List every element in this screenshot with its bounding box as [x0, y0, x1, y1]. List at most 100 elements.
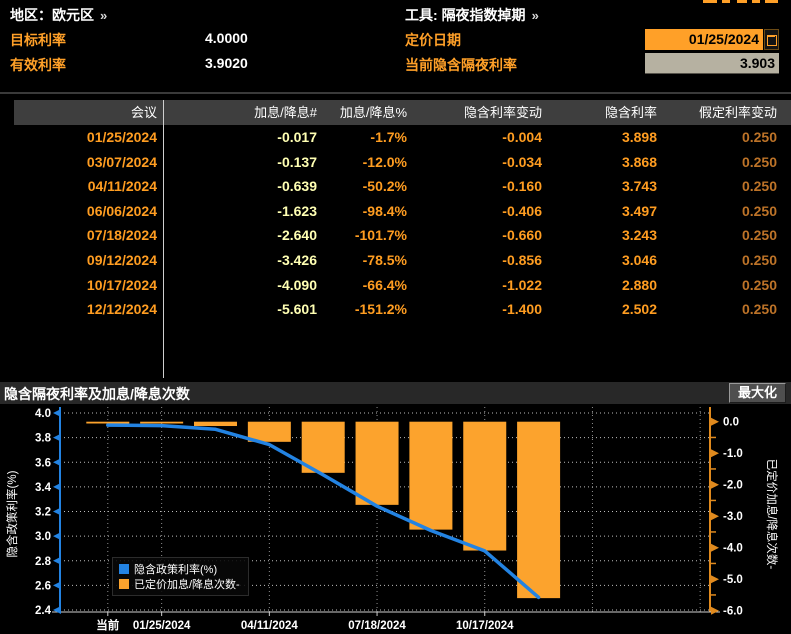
- table-cell: -78.5%: [362, 251, 407, 268]
- table-cell: 01/25/2024: [86, 129, 157, 145]
- x-axis-label: 04/11/2024: [241, 620, 299, 632]
- rate-table: 会议 加息/降息# 加息/降息% 隐含利率变动 隐含利率 假定利率变动 01/25/2024…: [14, 100, 791, 378]
- table-cell: 10/17/2024: [86, 276, 157, 293]
- left-axis-tick-label: 2.4: [35, 605, 52, 617]
- table-cell: -151.2%: [354, 301, 407, 318]
- table-cell: -1.623: [277, 202, 317, 219]
- table-cell: 3.743: [621, 178, 657, 195]
- table-cell: 3.243: [621, 227, 657, 244]
- calendar-icon[interactable]: [764, 29, 779, 50]
- left-axis-tick: [53, 409, 61, 417]
- table-cell: -0.017: [277, 129, 317, 145]
- table-cell: 12/12/2024: [86, 301, 157, 318]
- right-axis-tick: [711, 449, 719, 458]
- right-axis-tick-label: -4.0: [723, 543, 743, 555]
- table-row[interactable]: 10/17/2024 -4.090 -66.4% -1.022 2.880 0.250: [14, 273, 791, 298]
- region-selector[interactable]: 地区：欧元区 »: [10, 5, 107, 25]
- table-cell: -3.426: [277, 251, 317, 268]
- left-axis-tick-label: 3.4: [35, 482, 52, 494]
- table-cell: -1.400: [502, 301, 542, 318]
- left-axis-tick-label: 4.0: [35, 408, 51, 420]
- table-row[interactable]: 07/18/2024 -2.640 -101.7% -0.660 3.243 0.250: [14, 223, 791, 248]
- left-axis-tick: [53, 433, 61, 442]
- left-axis-tick-label: 3.8: [35, 433, 52, 445]
- table-cell: -0.137: [277, 153, 317, 170]
- chart-title: 隐含隔夜利率及加息/降息次数: [4, 386, 190, 402]
- table-cell: 3.046: [621, 251, 657, 268]
- legend-item-line: 隐含政策利率(%): [119, 561, 240, 576]
- effective-rate-label: 有效利率: [10, 57, 66, 73]
- table-row[interactable]: 01/25/2024 -0.017 -1.7% -0.004 3.898 0.250: [14, 125, 791, 150]
- x-axis-label: 01/25/2024: [133, 620, 191, 632]
- right-axis-tick-label: -1.0: [723, 448, 743, 460]
- chart-bar: [140, 421, 184, 424]
- table-cell: 06/06/2024: [86, 202, 157, 219]
- table-cell: -66.4%: [362, 276, 407, 293]
- table-header-row: 会议 加息/降息# 加息/降息% 隐含利率变动 隐含利率 假定利率变动: [14, 100, 791, 125]
- table-cell: -0.406: [502, 202, 542, 219]
- table-cell: 07/18/2024: [86, 227, 157, 244]
- table-row[interactable]: 03/07/2024 -0.137 -12.0% -0.034 3.868 0.250: [14, 150, 791, 175]
- table-cell: 0.250: [741, 301, 777, 318]
- table-cell: 0.250: [741, 153, 777, 170]
- table-row[interactable]: 09/12/2024 -3.426 -78.5% -0.856 3.046 0.250: [14, 248, 791, 273]
- right-axis-tick: [711, 480, 719, 489]
- chart-bar: [463, 421, 507, 551]
- table-cell: 04/11/2024: [87, 178, 157, 195]
- chart-titlebar: 隐含隔夜利率及加息/降息次数 最大化: [0, 382, 791, 404]
- table-cell: -0.004: [502, 129, 542, 145]
- right-axis-title: 已定价加息/降息次数-: [765, 459, 779, 570]
- x-axis-label: 07/18/2024: [348, 620, 406, 632]
- chart-bar: [409, 421, 453, 530]
- table-row[interactable]: 04/11/2024 -0.639 -50.2% -0.160 3.743 0.250: [14, 174, 791, 199]
- x-axis-label: 10/17/2024: [456, 620, 514, 632]
- pricing-date-input[interactable]: 01/25/2024: [645, 29, 763, 50]
- chart-bar: [86, 421, 130, 424]
- table-cell: -1.7%: [370, 129, 407, 145]
- chart-bar: [517, 421, 561, 599]
- region-chevron-icon: »: [100, 8, 108, 23]
- table-cell: 3.868: [621, 153, 657, 170]
- table-cell: -5.601: [277, 301, 317, 318]
- table-row[interactable]: 06/06/2024 -1.623 -98.4% -0.406 3.497 0.250: [14, 199, 791, 224]
- left-axis-tick: [53, 581, 61, 590]
- column-header: 加息/降息#: [254, 105, 317, 120]
- table-cell: -1.022: [502, 276, 542, 293]
- table-cell: 2.880: [621, 276, 657, 293]
- pricing-date-label: 定价日期: [405, 32, 461, 48]
- tool-chevron-icon: »: [531, 8, 539, 23]
- right-axis-tick-label: -2.0: [723, 480, 743, 492]
- left-axis-title: 隐含政策利率(%): [5, 470, 19, 557]
- maximize-button[interactable]: 最大化: [728, 383, 786, 403]
- table-cell: 3.898: [621, 129, 657, 145]
- chart-plot: 4.0 3.8 3.6 3.4 3.2 3.0 2.8 2.6 2.4 0.0 -1.0 -2.0 -3…: [5, 407, 779, 632]
- column-header: 加息/降息%: [339, 105, 407, 120]
- left-axis-tick-label: 3.0: [35, 531, 51, 543]
- table-cell: -0.639: [277, 178, 317, 195]
- effective-rate-value: 3.9020: [205, 55, 248, 71]
- table-row[interactable]: 12/12/2024 -5.601 -151.2% -1.400 2.502 0.250: [14, 297, 791, 322]
- column-header: 会议: [130, 105, 157, 120]
- right-axis-tick-label: -3.0: [723, 511, 743, 523]
- left-axis-tick: [53, 556, 61, 565]
- legend-swatch-bar: [119, 578, 129, 589]
- legend-label-line: 隐含政策利率(%): [134, 563, 218, 576]
- current-implied-value: 3.903: [645, 53, 779, 74]
- table-cell: -50.2%: [362, 178, 407, 195]
- left-axis-tick: [53, 458, 61, 467]
- tool-selector[interactable]: 工具: 隔夜指数掉期 »: [405, 5, 539, 25]
- column-header: 隐含利率变动: [463, 105, 542, 120]
- left-axis-tick: [53, 606, 61, 614]
- table-cell: 2.502: [621, 301, 657, 318]
- table-cell: 0.250: [741, 202, 777, 219]
- table-cell: 0.250: [741, 227, 777, 244]
- left-axis-tick: [53, 532, 61, 541]
- table-cell: 0.250: [741, 129, 777, 145]
- legend-label-bar: 已定价加息/降息次数-: [134, 578, 240, 591]
- column-separator: [163, 100, 164, 378]
- region-label: 地区：: [10, 7, 52, 23]
- x-axis-label: 当前: [96, 618, 119, 632]
- table-cell: 0.250: [741, 276, 777, 293]
- chart-legend: 隐含政策利率(%) 已定价加息/降息次数-: [112, 557, 249, 596]
- chart-bar: [355, 421, 399, 505]
